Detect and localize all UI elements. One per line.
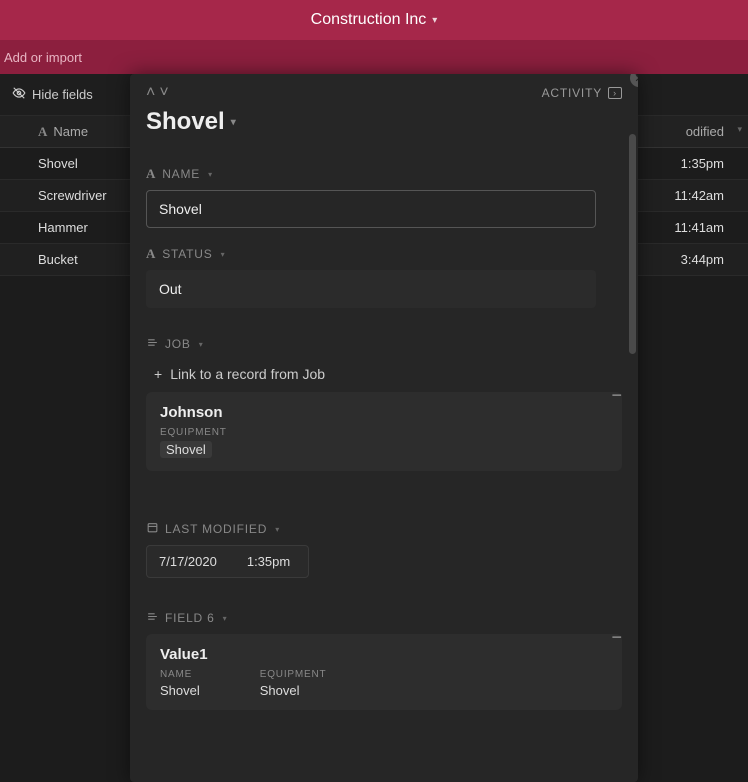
linked-field6-title: Value1: [160, 646, 608, 663]
record-fields: A NAME ▾ A STATUS ▾ JOB ▾: [130, 148, 638, 778]
base-name-dropdown[interactable]: Construction Inc ▾: [311, 11, 438, 29]
text-field-icon: A: [38, 124, 47, 140]
field-label-field6[interactable]: FIELD 6 ▾: [146, 610, 622, 626]
column-header-name[interactable]: A Name: [0, 124, 130, 140]
prev-record-button[interactable]: ˄: [146, 84, 155, 102]
chevron-down-icon: ▾: [221, 250, 226, 259]
field-6: FIELD 6 ▾ − Value1 NAME Shovel EQUIPMENT…: [146, 610, 622, 710]
record-title[interactable]: Shovel ▾: [130, 102, 638, 148]
record-detail-panel: ✕ ˄ ˅ ACTIVITY Shovel ▾ A NAME ▾ A: [130, 74, 638, 782]
chevron-down-icon: ▾: [223, 614, 228, 623]
next-record-button[interactable]: ˅: [159, 84, 168, 102]
field-label-last-modified[interactable]: LAST MODIFIED ▾: [146, 521, 622, 537]
chevron-down-icon: ▾: [231, 117, 236, 128]
last-modified-time: 1:35pm: [235, 546, 308, 577]
field-status: A STATUS ▾: [146, 246, 622, 308]
expand-sidebar-icon: [608, 87, 622, 99]
field-job: JOB ▾ + Link to a record from Job − John…: [146, 336, 622, 471]
f6-name-value: Shovel: [160, 683, 200, 698]
chevron-down-icon: ▾: [432, 15, 437, 26]
last-modified-date: 7/17/2020: [147, 546, 235, 577]
chevron-down-icon: ▾: [199, 340, 204, 349]
field-label-job[interactable]: JOB ▾: [146, 336, 622, 352]
chevron-down-icon: ▾: [208, 170, 213, 179]
remove-link-button[interactable]: −: [611, 628, 622, 646]
name-input[interactable]: [146, 190, 596, 228]
chevron-down-icon: ▾: [275, 525, 280, 534]
link-field-icon: [146, 336, 159, 352]
equipment-label: EQUIPMENT: [160, 427, 608, 438]
linked-field6-card[interactable]: − Value1 NAME Shovel EQUIPMENT Shovel: [146, 634, 622, 710]
field-label-status[interactable]: A STATUS ▾: [146, 246, 622, 262]
link-to-job-button[interactable]: + Link to a record from Job: [146, 360, 622, 392]
text-field-icon: A: [146, 246, 156, 262]
eye-off-icon: [12, 86, 26, 103]
record-panel-header: ˄ ˅ ACTIVITY: [130, 74, 638, 102]
close-icon: ✕: [634, 74, 638, 85]
hide-fields-button[interactable]: Hide fields: [12, 86, 93, 103]
app-header: Construction Inc ▾: [0, 0, 748, 40]
linked-job-card[interactable]: − Johnson EQUIPMENT Shovel: [146, 392, 622, 471]
field-last-modified: LAST MODIFIED ▾ 7/17/2020 1:35pm: [146, 521, 622, 578]
field-label-name[interactable]: A NAME ▾: [146, 166, 622, 182]
equipment-value: Shovel: [160, 441, 212, 458]
chevron-down-icon[interactable]: ▾: [737, 124, 742, 135]
plus-icon: +: [154, 366, 162, 382]
scrollbar[interactable]: [629, 134, 636, 354]
f6-name-label: NAME: [160, 669, 200, 680]
activity-toggle[interactable]: ACTIVITY: [542, 86, 622, 100]
link-field-icon: [146, 610, 159, 626]
hide-fields-label: Hide fields: [32, 87, 93, 102]
remove-link-button[interactable]: −: [611, 386, 622, 404]
last-modified-value: 7/17/2020 1:35pm: [146, 545, 309, 578]
status-input[interactable]: [146, 270, 596, 308]
tabs-bar: Add or import: [0, 40, 748, 74]
f6-equipment-value: Shovel: [260, 683, 327, 698]
base-name: Construction Inc: [311, 11, 427, 29]
linked-job-title: Johnson: [160, 404, 608, 421]
clock-icon: [146, 521, 159, 537]
text-field-icon: A: [146, 166, 156, 182]
field-name: A NAME ▾: [146, 166, 622, 228]
f6-equipment-label: EQUIPMENT: [260, 669, 327, 680]
add-or-import-button[interactable]: Add or import: [4, 50, 82, 65]
